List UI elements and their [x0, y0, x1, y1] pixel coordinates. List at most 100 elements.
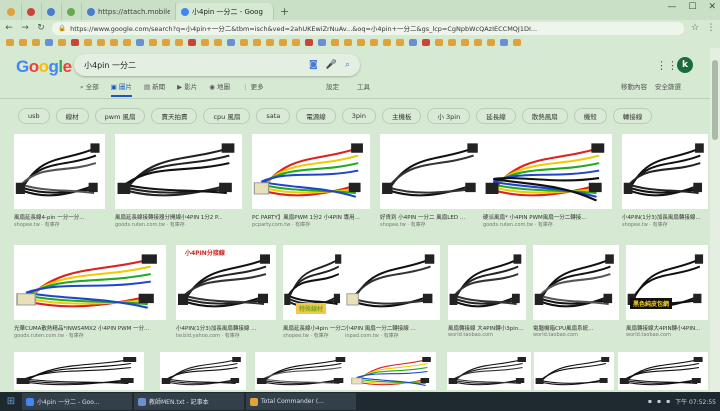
tab-5[interactable]: ⋮ 更多: [242, 81, 264, 97]
result-thumbnail[interactable]: [14, 134, 105, 209]
result-thumbnail[interactable]: [622, 134, 708, 209]
related-chip[interactable]: 延長線: [476, 108, 516, 124]
bookmark-icon[interactable]: [331, 38, 339, 46]
search-input[interactable]: 小4pin 一分二: [84, 60, 309, 71]
bookmark-icon[interactable]: [227, 38, 235, 46]
bookmark-icon[interactable]: [32, 38, 40, 46]
reload-icon[interactable]: ↻: [36, 23, 46, 33]
bookmark-icon[interactable]: [123, 38, 131, 46]
related-chip[interactable]: 主機板: [381, 108, 422, 124]
result-title[interactable]: 好貨到 小4PIN 一分二 風扇LED ...: [380, 213, 484, 221]
result-thumbnail[interactable]: [345, 245, 440, 320]
result-title[interactable]: 小4PIN 風扇一分二轉接線 ...: [345, 324, 440, 332]
bookmark-icon[interactable]: [396, 38, 404, 46]
volume-icon[interactable]: ▪: [657, 398, 661, 405]
bookmark-icon[interactable]: [318, 38, 326, 46]
bookmark-icon[interactable]: [58, 38, 66, 46]
related-chip[interactable]: pwm 風扇: [94, 108, 146, 124]
bookmark-icon[interactable]: [71, 38, 79, 46]
result-thumbnail[interactable]: [483, 134, 612, 209]
bookmark-icon[interactable]: [357, 38, 365, 46]
bookmark-icon[interactable]: [448, 38, 456, 46]
tools-link[interactable]: 工具: [357, 81, 370, 91]
bookmark-icon[interactable]: [513, 38, 521, 46]
related-chip[interactable]: usb: [18, 108, 50, 124]
back-icon[interactable]: ←: [4, 23, 14, 33]
camera-icon[interactable]: ◙: [309, 60, 318, 70]
image-result[interactable]: [255, 352, 351, 390]
scrollbar-thumb[interactable]: [712, 60, 718, 140]
bookmark-icon[interactable]: [383, 38, 391, 46]
image-result[interactable]: 小4PIN(1分3)加長風扇轉接線... shopee.tw · 有庫存: [622, 134, 708, 231]
result-thumbnail[interactable]: [380, 134, 484, 209]
image-result[interactable]: 好貨到 小4PIN 一分二 風扇LED ... shopee.tw · 有庫存: [380, 134, 484, 231]
related-chip[interactable]: 賣天拍賣: [151, 108, 198, 124]
search-icon[interactable]: ⌕: [345, 60, 350, 70]
result-thumbnail[interactable]: [14, 352, 144, 390]
result-title[interactable]: 風扇延長線接轉接器分開線小4PIN 1分2 P...: [115, 213, 242, 221]
result-thumbnail[interactable]: [534, 352, 614, 390]
browser-tab[interactable]: [22, 3, 42, 20]
image-result[interactable]: 風扇延長線4-pin 一分一分... shopee.tw · 有庫存: [14, 134, 105, 231]
image-result[interactable]: [14, 352, 144, 390]
image-result[interactable]: PC PARTY】風扇PWM 1分2 小4PIN 專用... pcparty.co…: [252, 134, 370, 231]
image-result[interactable]: 風扇延長線接轉接器分開線小4PIN 1分2 P... goods.ruten.co…: [115, 134, 242, 231]
forward-icon[interactable]: →: [20, 23, 30, 33]
bookmark-icon[interactable]: [474, 38, 482, 46]
minimize-icon[interactable]: —: [667, 2, 676, 12]
result-title[interactable]: 小4PIN(1分3)加長風扇轉接線...: [622, 213, 708, 221]
mic-icon[interactable]: 🎤: [326, 60, 337, 70]
result-thumbnail[interactable]: [115, 134, 242, 209]
bookmark-icon[interactable]: [487, 38, 495, 46]
google-logo[interactable]: Google: [16, 57, 72, 77]
bookmark-icon[interactable]: [305, 38, 313, 46]
result-title[interactable]: 小4PIN(1分3)加長風扇轉接線 ...: [176, 324, 276, 332]
result-thumbnail[interactable]: [618, 352, 708, 390]
star-icon[interactable]: ☆: [690, 23, 700, 33]
bookmark-icon[interactable]: [97, 38, 105, 46]
related-chip[interactable]: 機殼: [573, 108, 607, 124]
image-result[interactable]: [350, 352, 436, 390]
maximize-icon[interactable]: ☐: [688, 2, 696, 12]
bookmark-icon[interactable]: [422, 38, 430, 46]
image-result[interactable]: 光華CUMA散熱精品*INWS4MX2 小4PIN PWM 一分... goods…: [14, 245, 166, 342]
result-title[interactable]: PC PARTY】風扇PWM 1分2 小4PIN 專用...: [252, 213, 370, 221]
bookmark-icon[interactable]: [149, 38, 157, 46]
safesearch-link[interactable]: 安全篩選: [655, 81, 681, 91]
result-thumbnail[interactable]: [533, 245, 619, 320]
tab-4[interactable]: ◉ 地圖: [209, 81, 230, 97]
search-box[interactable]: 小4pin 一分二 ◙ 🎤 ⌕: [74, 54, 360, 76]
result-thumbnail[interactable]: [350, 352, 436, 390]
result-title[interactable]: 風扇轉接線 大4PIN轉小3pin...: [448, 324, 526, 332]
address-bar[interactable]: 🔒 https://www.google.com/search?q=小4pin+…: [52, 21, 684, 35]
tab-0[interactable]: ⌕ 全部: [80, 81, 99, 97]
settings-link[interactable]: 設定: [326, 81, 339, 91]
taskbar-item[interactable]: 教師MEN.txt - 記事本: [134, 393, 244, 410]
image-result[interactable]: [618, 352, 708, 390]
bookmark-icon[interactable]: [435, 38, 443, 46]
bookmark-icon[interactable]: [500, 38, 508, 46]
close-icon[interactable]: ✕: [708, 2, 716, 12]
browser-tab[interactable]: [42, 3, 62, 20]
related-chip[interactable]: 電源線: [296, 108, 336, 124]
image-result[interactable]: 風扇轉接線大4PIN轉小4PIN... world.taobao.com: [626, 245, 708, 342]
image-result[interactable]: [160, 352, 246, 390]
avatar[interactable]: k: [677, 57, 693, 73]
related-chip[interactable]: 轉接線: [612, 108, 653, 124]
tab-1[interactable]: ▣ 圖片: [110, 81, 132, 97]
image-result[interactable]: [534, 352, 614, 390]
result-title[interactable]: 光華CUMA散熱精品*INWS4MX2 小4PIN PWM 一分...: [14, 324, 166, 332]
bookmark-icon[interactable]: [136, 38, 144, 46]
image-result[interactable]: [447, 352, 531, 390]
image-result[interactable]: 硬派風扇* 小4PIN PWM風扇一分二轉接... goods.ruten.com…: [483, 134, 612, 231]
bookmark-icon[interactable]: [240, 38, 248, 46]
result-title[interactable]: 風扇延長線小4pin 一分二 ...: [283, 324, 345, 332]
scrollbar[interactable]: [710, 48, 720, 392]
result-thumbnail[interactable]: [255, 352, 351, 390]
image-result[interactable]: 風扇轉接線 大4PIN轉小3pin... world.taobao.com: [448, 245, 526, 342]
bookmark-icon[interactable]: [370, 38, 378, 46]
bookmark-icon[interactable]: [279, 38, 287, 46]
browser-tab[interactable]: 小4pin 一分二 - Goog: [176, 3, 274, 20]
related-chip[interactable]: sata: [256, 108, 291, 124]
bookmark-icon[interactable]: [266, 38, 274, 46]
